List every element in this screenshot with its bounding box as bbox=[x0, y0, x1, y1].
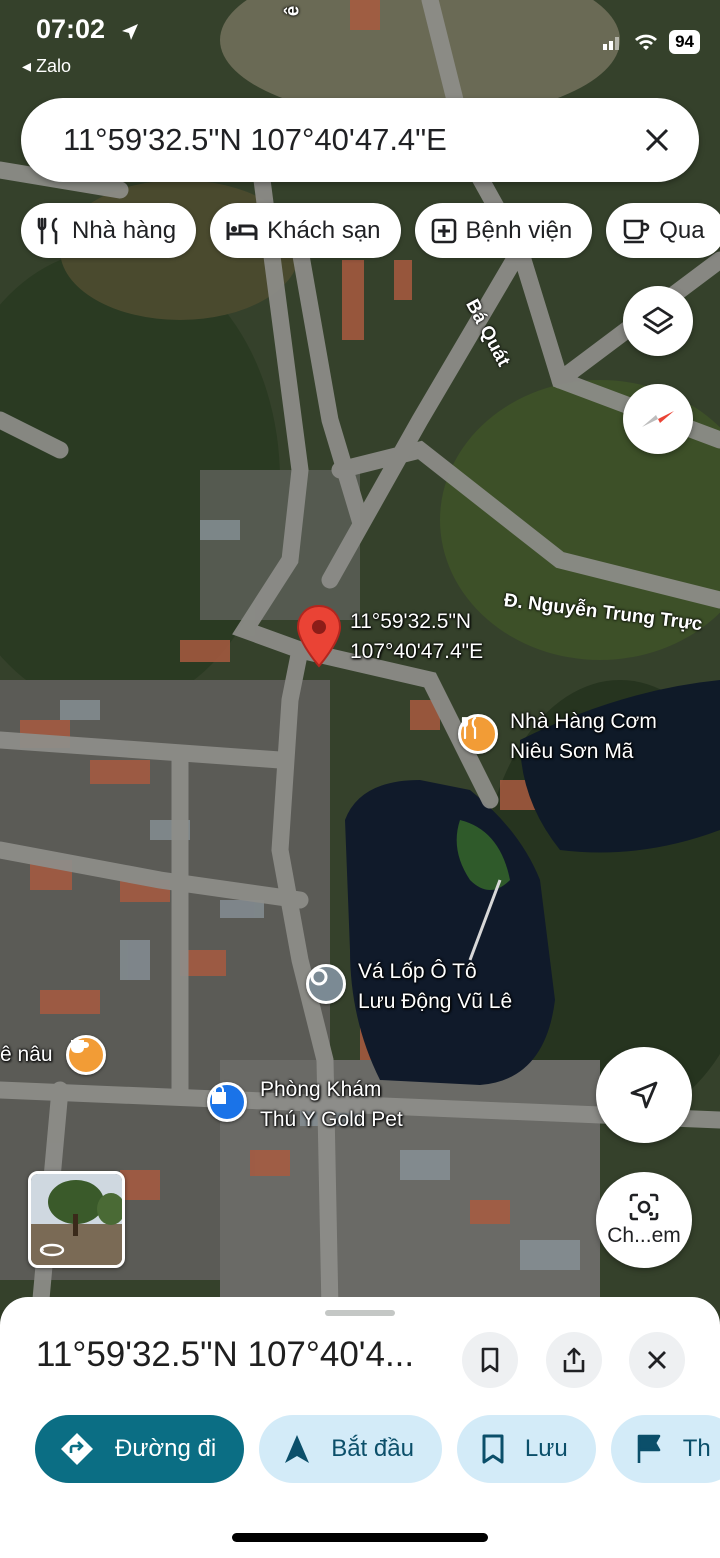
chip-label: Nhà hàng bbox=[72, 216, 177, 244]
poi-name-line2: Niêu Sơn Mã bbox=[510, 740, 634, 763]
place-bottom-sheet[interactable]: 11°59'32.5"N 107°40'4... Đường đi Bắt đầ… bbox=[0, 1297, 720, 1558]
save-icon-button[interactable] bbox=[462, 1332, 518, 1388]
cafe-icon[interactable] bbox=[66, 1035, 106, 1075]
category-chips: Nhà hàng Khách sạn Bệnh viện Qua bbox=[21, 203, 720, 258]
clear-search-button[interactable] bbox=[615, 98, 699, 182]
action-buttons: Đường đi Bắt đầu Lưu Th bbox=[35, 1415, 720, 1483]
chip-hotels[interactable]: Khách sạn bbox=[210, 203, 401, 258]
label-button[interactable]: Th bbox=[610, 1415, 720, 1483]
my-location-button[interactable] bbox=[596, 1047, 692, 1143]
poi-name-line2: Lưu Động Vũ Lê bbox=[358, 990, 513, 1013]
rotate-360-icon bbox=[39, 1243, 65, 1257]
location-pin[interactable] bbox=[296, 604, 342, 668]
layers-button[interactable] bbox=[623, 286, 693, 356]
status-time: 07:02 bbox=[36, 14, 106, 44]
lens-icon bbox=[629, 1193, 659, 1221]
poi-label-cafe[interactable]: ê nâu bbox=[0, 1040, 53, 1070]
search-input[interactable] bbox=[21, 122, 615, 158]
pin-label-lat: 11°59'32.5"N bbox=[350, 610, 472, 633]
cup-icon bbox=[623, 219, 650, 243]
screenshot-search-label: Ch...em bbox=[607, 1224, 681, 1247]
share-icon bbox=[563, 1347, 585, 1373]
fork-knife-icon bbox=[37, 217, 58, 244]
bookmark-icon bbox=[481, 1347, 499, 1373]
chip-label: Bệnh viện bbox=[465, 216, 573, 244]
screenshot-search-button[interactable]: Ch...em bbox=[596, 1172, 692, 1268]
status-indicators: 94 bbox=[603, 30, 700, 54]
compass-icon bbox=[642, 411, 674, 427]
poi-label-tire-repair[interactable]: Vá Lốp Ô Tô Lưu Động Vũ Lê bbox=[358, 957, 512, 1017]
poi-name-line2: Thú Y Gold Pet bbox=[260, 1108, 403, 1131]
drag-handle[interactable] bbox=[325, 1310, 395, 1316]
action-label: Th bbox=[682, 1435, 711, 1462]
compass-button[interactable] bbox=[623, 384, 693, 454]
directions-button[interactable]: Đường đi bbox=[35, 1415, 245, 1483]
pin-label-lng: 107°40'47.4"E bbox=[350, 640, 484, 663]
place-icon[interactable] bbox=[306, 964, 346, 1004]
action-label: Bắt đầu bbox=[331, 1435, 414, 1462]
flag-icon bbox=[637, 1434, 660, 1463]
action-label: Đường đi bbox=[115, 1435, 217, 1462]
bed-icon bbox=[226, 221, 258, 240]
save-button[interactable]: Lưu bbox=[456, 1415, 596, 1483]
pin-label: 11°59'32.5"N 107°40'47.4"E bbox=[350, 607, 483, 667]
poi-name-line1: Nhà Hàng Cơm bbox=[510, 710, 657, 733]
bookmark-icon bbox=[482, 1434, 504, 1464]
close-icon bbox=[645, 128, 669, 152]
poi-name-line1: ê nâu bbox=[0, 1043, 53, 1066]
wifi-icon bbox=[635, 34, 658, 50]
shopping-icon[interactable] bbox=[207, 1082, 247, 1122]
battery-indicator: 94 bbox=[669, 30, 700, 54]
chip-label: Khách sạn bbox=[267, 216, 381, 244]
restaurant-icon[interactable] bbox=[458, 714, 498, 754]
start-button[interactable]: Bắt đầu bbox=[259, 1415, 442, 1483]
chip-cafes[interactable]: Qua bbox=[606, 203, 720, 258]
search-bar bbox=[21, 98, 699, 182]
chip-restaurants[interactable]: Nhà hàng bbox=[21, 203, 197, 258]
hospital-icon bbox=[431, 218, 456, 243]
signal-icon bbox=[603, 37, 620, 50]
layers-icon bbox=[642, 306, 674, 335]
poi-name-line1: Phòng Khám bbox=[260, 1078, 382, 1101]
action-label: Lưu bbox=[524, 1435, 568, 1462]
back-arrow-icon: ◂ bbox=[22, 56, 37, 76]
back-app-label: Zalo bbox=[36, 56, 72, 76]
back-to-app[interactable]: ◂ Zalo bbox=[22, 56, 71, 77]
poi-name-line1: Vá Lốp Ô Tô bbox=[358, 960, 477, 983]
poi-label-vet-clinic[interactable]: Phòng Khám Thú Y Gold Pet bbox=[260, 1075, 403, 1135]
close-icon bbox=[648, 1351, 666, 1369]
close-sheet-button[interactable] bbox=[629, 1332, 685, 1388]
share-button[interactable] bbox=[546, 1332, 602, 1388]
home-indicator[interactable] bbox=[232, 1533, 488, 1542]
navigation-arrow-icon bbox=[630, 1081, 658, 1109]
navigation-icon bbox=[285, 1435, 310, 1463]
chip-hospitals[interactable]: Bệnh viện bbox=[414, 203, 593, 258]
street-view-thumbnail[interactable] bbox=[28, 1171, 125, 1268]
directions-icon bbox=[61, 1433, 93, 1465]
road-label-top: ê bbox=[282, 5, 304, 17]
place-title: 11°59'32.5"N 107°40'4... bbox=[36, 1335, 415, 1374]
location-arrow-icon bbox=[122, 24, 138, 40]
chip-label: Qua bbox=[659, 216, 705, 244]
poi-label-restaurant[interactable]: Nhà Hàng Cơm Niêu Sơn Mã bbox=[510, 707, 657, 767]
